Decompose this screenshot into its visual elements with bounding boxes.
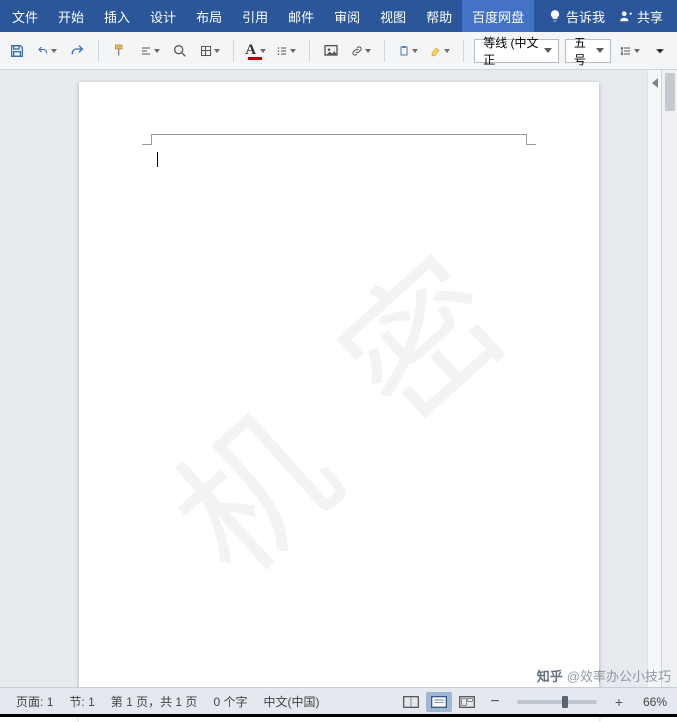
chevron-down-icon	[444, 49, 450, 53]
chevron-down-icon	[596, 48, 604, 53]
menu-bar-tabs: 文件 开始 插入 设计 布局 引用 邮件 审阅 视图 帮助 百度网盘	[2, 0, 534, 32]
zoom-in-button[interactable]: +	[606, 692, 632, 712]
separator	[463, 40, 464, 62]
menu-design[interactable]: 设计	[140, 0, 186, 32]
document-area: 机 密	[0, 70, 677, 687]
line-spacing-button[interactable]	[617, 38, 643, 64]
clipboard-button[interactable]	[395, 38, 421, 64]
table-button[interactable]	[197, 38, 223, 64]
chevron-down-icon	[154, 49, 160, 53]
menu-insert[interactable]: 插入	[94, 0, 140, 32]
status-word-count[interactable]: 0 个字	[205, 693, 255, 710]
chevron-down-icon	[544, 48, 552, 53]
menu-file[interactable]: 文件	[2, 0, 48, 32]
font-color-button[interactable]: A	[244, 38, 267, 64]
menu-baidu-drive[interactable]: 百度网盘	[462, 0, 534, 32]
zoom-out-button[interactable]: −	[482, 692, 508, 712]
view-read-mode[interactable]	[398, 692, 424, 712]
more-button[interactable]	[649, 38, 671, 64]
document-page[interactable]: 机 密	[79, 82, 599, 722]
save-button[interactable]	[6, 38, 28, 64]
share-label: 共享	[637, 7, 663, 26]
status-page-of[interactable]: 第 1 页，共 1 页	[103, 693, 206, 710]
chevron-down-icon	[51, 49, 57, 53]
menu-home[interactable]: 开始	[48, 0, 94, 32]
status-language[interactable]: 中文(中国)	[255, 693, 327, 710]
status-bar: 页面: 1 节: 1 第 1 页，共 1 页 0 个字 中文(中国) − + 6…	[0, 687, 677, 715]
text-cursor	[157, 152, 158, 167]
menu-references[interactable]: 引用	[232, 0, 278, 32]
side-panel-toggle[interactable]	[647, 70, 661, 687]
bottom-border	[0, 714, 677, 717]
zoom-value[interactable]: 66%	[633, 695, 669, 709]
align-button[interactable]	[137, 38, 163, 64]
tell-me-label: 告诉我	[566, 7, 605, 26]
chevron-down-icon	[412, 49, 418, 53]
zoom-slider-knob[interactable]	[562, 696, 568, 708]
scrollbar-thumb[interactable]	[665, 73, 675, 111]
list-button[interactable]	[273, 38, 299, 64]
menu-review[interactable]: 审阅	[324, 0, 370, 32]
separator	[384, 40, 385, 62]
header-boundary	[151, 134, 527, 144]
menu-mailings[interactable]: 邮件	[278, 0, 324, 32]
font-size-select[interactable]: 五号	[565, 39, 611, 63]
chevron-down-icon	[365, 49, 371, 53]
separator	[309, 40, 310, 62]
person-share-icon	[619, 9, 633, 23]
undo-button[interactable]	[34, 38, 60, 64]
zoom-slider[interactable]	[517, 700, 597, 704]
tell-me-search[interactable]: 告诉我	[548, 7, 605, 26]
insert-image-button[interactable]	[320, 38, 342, 64]
redo-button[interactable]	[66, 38, 88, 64]
chevron-down-icon	[290, 49, 296, 53]
status-page[interactable]: 页面: 1	[8, 693, 61, 710]
separator	[233, 40, 234, 62]
font-family-select[interactable]: 等线 (中文正	[474, 39, 559, 63]
share-button[interactable]: 共享	[619, 7, 663, 26]
quick-toolbar: A 等线 (中文正 五号	[0, 32, 677, 70]
chevron-down-icon	[214, 49, 220, 53]
font-color-indicator	[248, 57, 262, 60]
view-print-layout[interactable]	[426, 692, 452, 712]
status-section[interactable]: 节: 1	[61, 693, 102, 710]
menu-layout[interactable]: 布局	[186, 0, 232, 32]
menu-bar: 文件 开始 插入 设计 布局 引用 邮件 审阅 视图 帮助 百度网盘 告诉我 共…	[0, 0, 677, 32]
menu-help[interactable]: 帮助	[416, 0, 462, 32]
menu-view[interactable]: 视图	[370, 0, 416, 32]
lightbulb-icon	[548, 9, 562, 23]
font-size-value: 五号	[574, 34, 596, 68]
find-button[interactable]	[169, 38, 191, 64]
highlight-button[interactable]	[427, 38, 453, 64]
view-web-layout[interactable]	[454, 692, 480, 712]
chevron-down-icon	[260, 49, 266, 53]
watermark-text: 机 密	[118, 188, 559, 615]
format-painter-button[interactable]	[109, 38, 131, 64]
font-family-value: 等线 (中文正	[483, 34, 544, 68]
separator	[98, 40, 99, 62]
chevron-down-icon	[634, 49, 640, 53]
chevron-left-icon	[652, 78, 658, 88]
vertical-scrollbar[interactable]	[661, 70, 677, 687]
link-button[interactable]	[348, 38, 374, 64]
